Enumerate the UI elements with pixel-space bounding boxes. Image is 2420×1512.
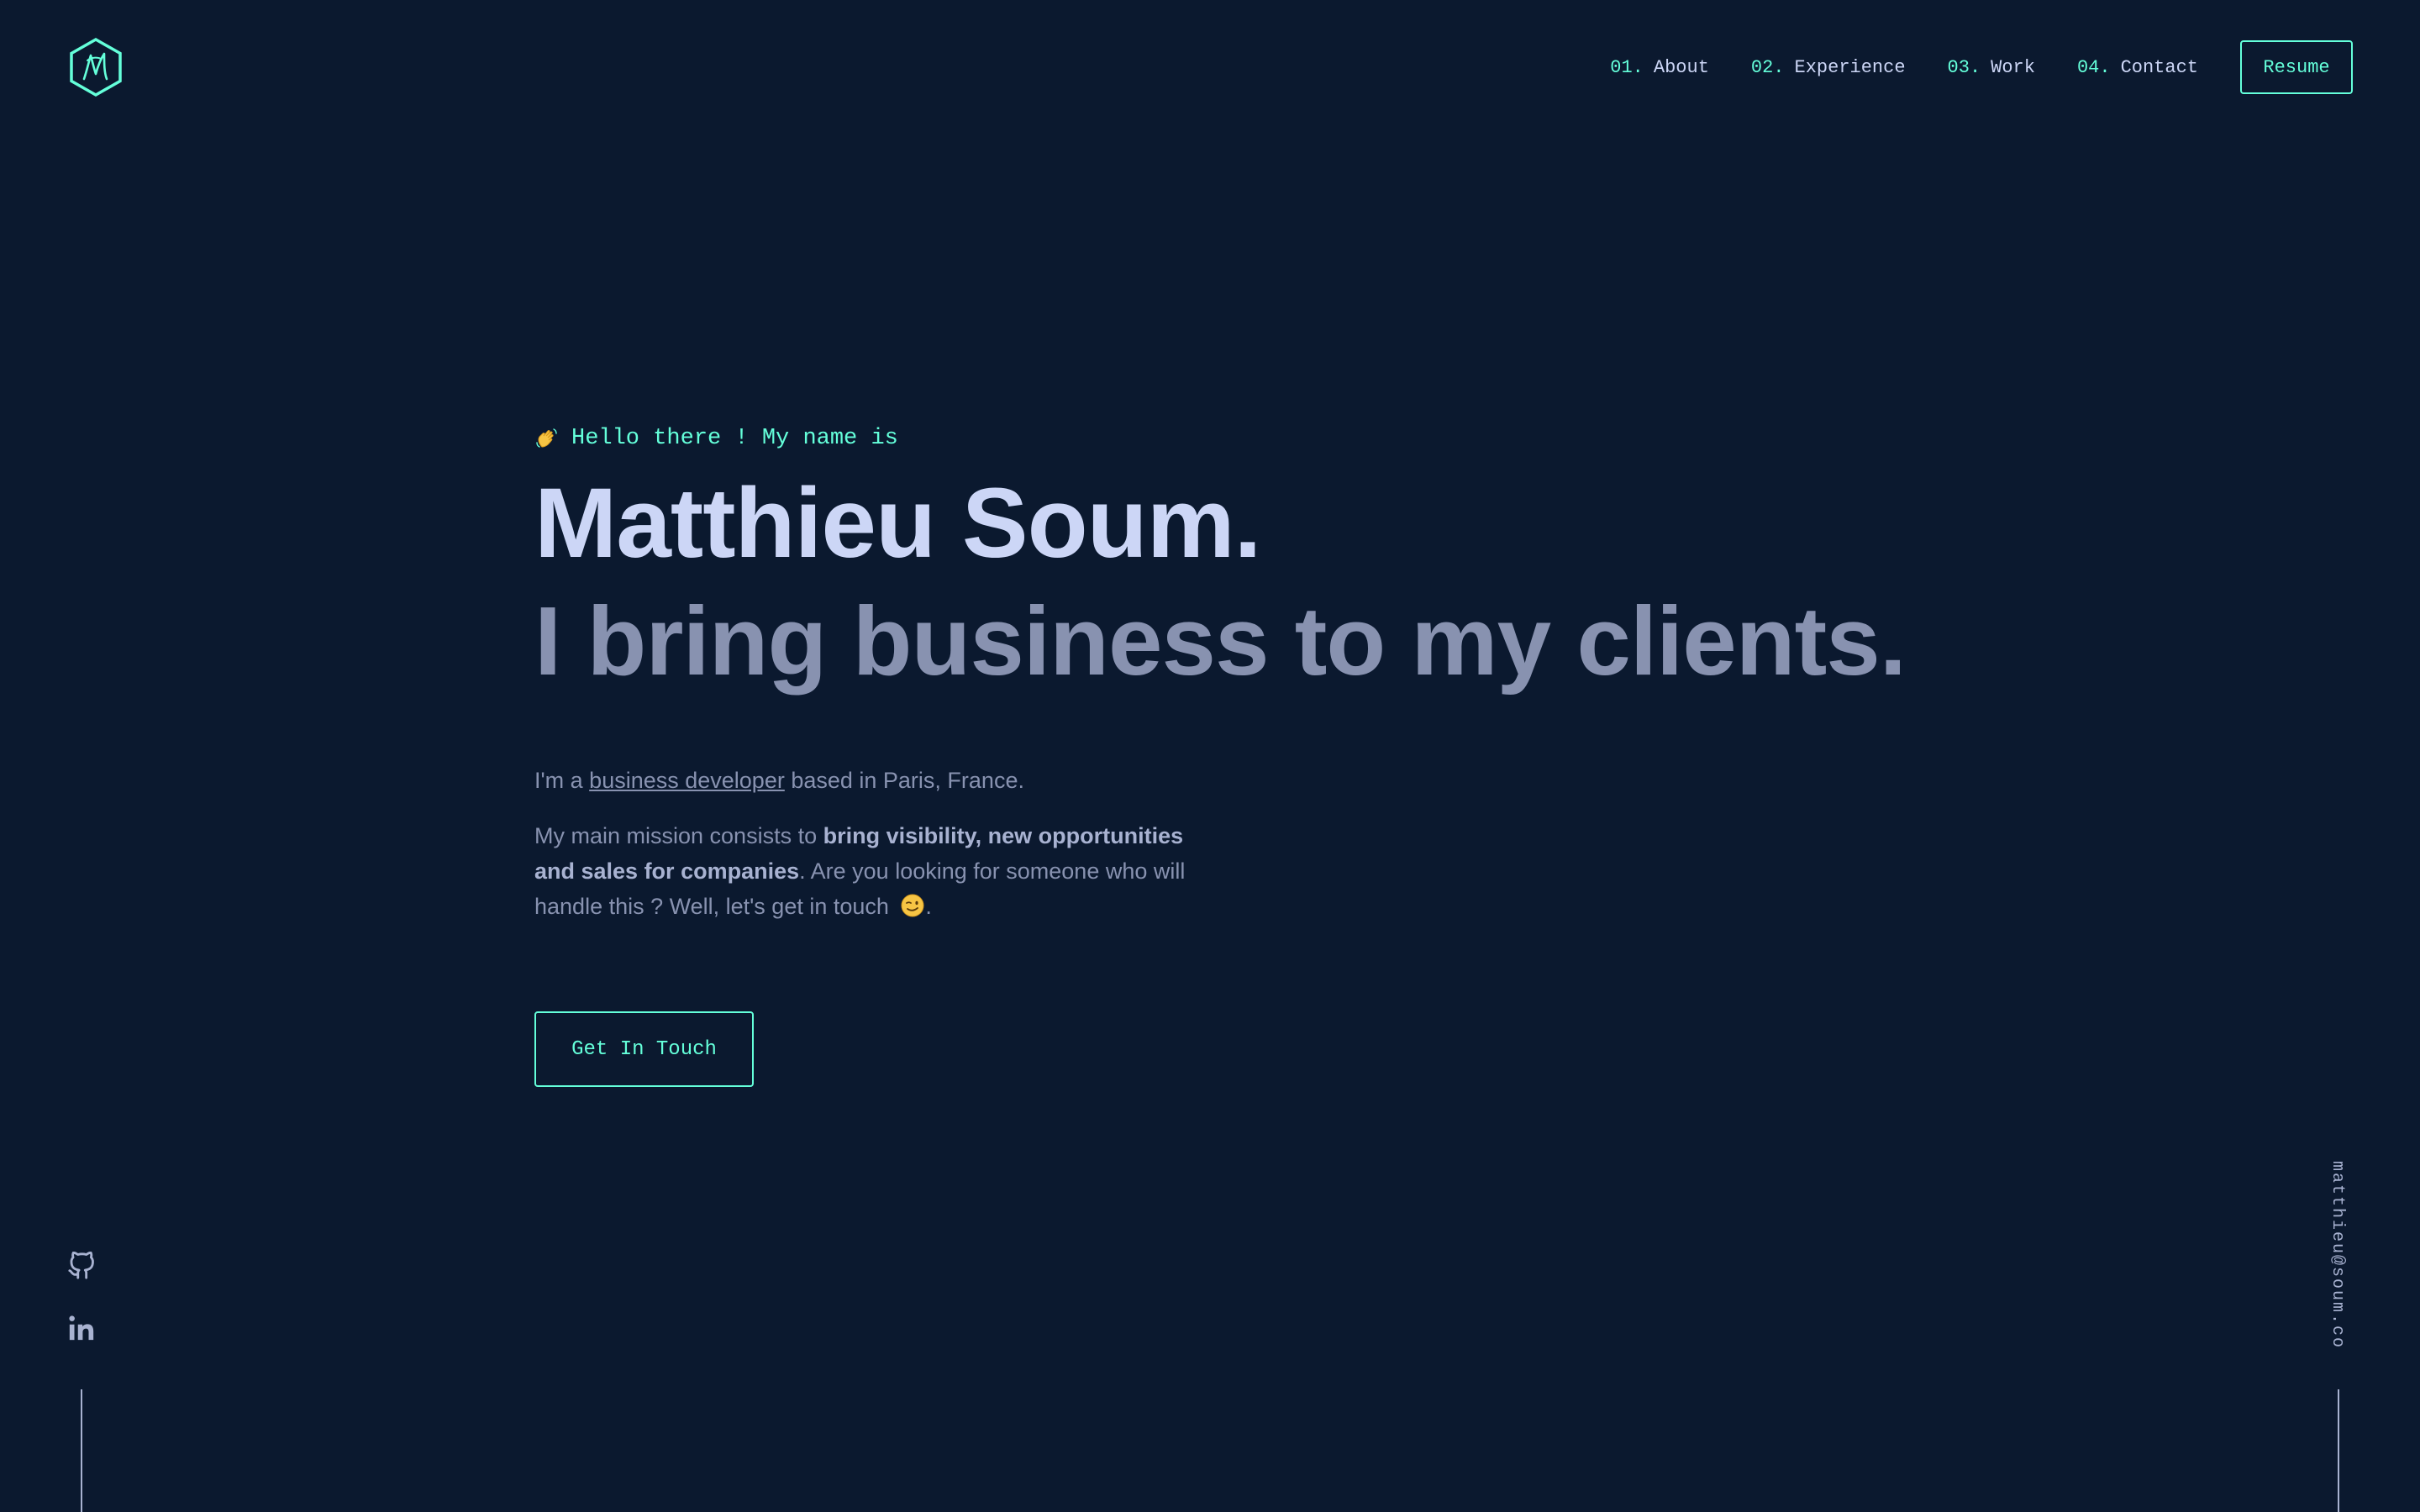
greeting: Hello there ! My name is (534, 420, 1963, 457)
right-divider-line (2338, 1389, 2339, 1512)
hero-section: Hello there ! My name is Matthieu Soum. … (534, 420, 1963, 924)
main-nav: 01. About 02. Experience 03. Work 04. Co… (1610, 40, 2353, 94)
nav-label: About (1653, 56, 1709, 78)
get-in-touch-button[interactable]: Get In Touch (534, 1011, 754, 1087)
intro-prefix: I'm a (534, 768, 590, 793)
left-divider-line (81, 1389, 82, 1512)
nav-number: 01. (1610, 56, 1644, 78)
greeting-text: Hello there ! My name is (571, 426, 898, 451)
business-developer-link[interactable]: business developer (589, 768, 785, 793)
intro-paragraph: I'm a business developer based in Paris,… (534, 763, 1223, 798)
nav-item-contact[interactable]: 04. Contact (2077, 57, 2198, 78)
email-link[interactable]: matthieu@soum.co (2328, 1161, 2347, 1349)
nav-label: Experience (1794, 56, 1906, 78)
nav-number: 03. (1947, 56, 1981, 78)
nav-item-experience[interactable]: 02. Experience (1751, 57, 1906, 78)
nav-item-about[interactable]: 01. About (1610, 57, 1709, 78)
intro-suffix: based in Paris, France. (784, 768, 1024, 793)
nav-item-work[interactable]: 03. Work (1948, 57, 2035, 78)
linkedin-icon (69, 1315, 94, 1341)
nav-label: Contact (2120, 56, 2198, 78)
waving-hand-icon (536, 428, 557, 448)
nav-label: Work (1991, 56, 2035, 78)
social-links (67, 1251, 96, 1376)
nav-number: 02. (1750, 56, 1785, 78)
linkedin-link[interactable] (67, 1314, 96, 1342)
portfolio-page: 01. About 02. Experience 03. Work 04. Co… (0, 0, 2420, 1512)
hero-tagline: I bring business to my clients. (534, 586, 1907, 696)
mission-prefix: My main mission consists to (534, 823, 823, 848)
mission-end: . (925, 894, 932, 919)
github-link[interactable] (67, 1251, 96, 1280)
winking-face-icon (901, 894, 924, 917)
github-icon (68, 1251, 94, 1279)
resume-button[interactable]: Resume (2240, 40, 2353, 94)
nav-number: 04. (2076, 56, 2111, 78)
hero-name: Matthieu Soum. (534, 468, 1261, 579)
mission-paragraph: My main mission consists to bring visibi… (534, 818, 1223, 924)
monogram-hexagon-icon[interactable] (67, 37, 124, 97)
